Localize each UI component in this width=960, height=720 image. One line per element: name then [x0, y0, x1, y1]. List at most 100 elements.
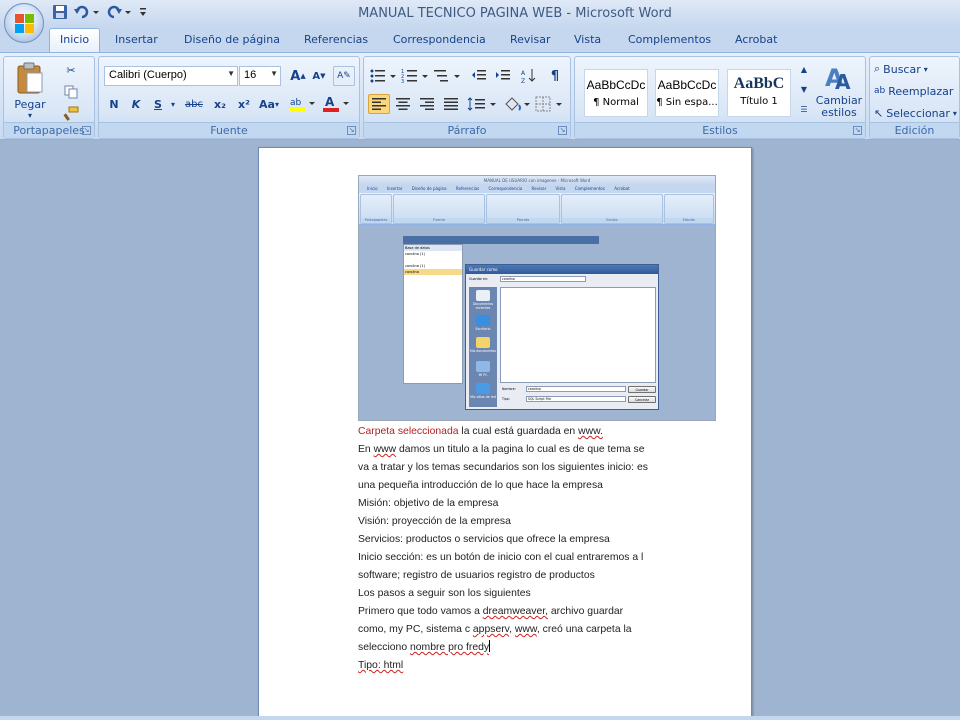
font-name-combo[interactable]: Calibri (Cuerpo) ▼ [104, 66, 238, 86]
strikethrough-button[interactable]: abc [181, 94, 207, 114]
editing-group: ⌕ Buscar ▾ ab Reemplazar ↖ Seleccionar ▾ Edic… [869, 56, 960, 139]
select-button[interactable]: ↖ Seleccionar ▾ [874, 103, 958, 123]
mini-tab: Inicio [367, 186, 378, 191]
styles-more-icon[interactable]: ☰ [797, 99, 811, 119]
tab-inicio[interactable]: Inicio [49, 28, 101, 53]
numbering-icon[interactable]: 123 [400, 66, 430, 86]
tab-vista[interactable]: Vista [574, 33, 601, 46]
mini-ribbon: Portapapeles Fuente Párrafo Estilos Edic… [359, 193, 715, 225]
tab-diseno-pagina[interactable]: Diseño de página [184, 33, 280, 46]
cut-icon[interactable]: ✂ [60, 60, 82, 80]
clear-format-icon[interactable]: A✎ [333, 66, 355, 86]
mini-group: Párrafo [486, 194, 560, 224]
shrink-font-label: A [312, 70, 321, 82]
mini-tab: Complementos [574, 186, 605, 191]
window-title: MANUAL TECNICO PAGINA WEB - Microsoft Wo… [358, 6, 672, 21]
mini-tab: Insertar [386, 186, 403, 191]
paste-button[interactable]: Pegar ▾ [10, 61, 50, 121]
file-type-field: SQL Script File [526, 396, 626, 402]
chevron-down-icon: ▾ [923, 64, 928, 74]
style-sin-espaciado-name: ¶ Sin espa... [656, 97, 718, 108]
font-launcher-icon[interactable]: ↘ [347, 126, 356, 135]
place-label: Mis documentos [469, 349, 496, 353]
mini-toolbar [403, 236, 599, 244]
change-case-button[interactable]: Aa ▾ [257, 94, 281, 114]
save-as-dialog-title: Guardar como [466, 265, 658, 274]
show-marks-icon[interactable]: ¶ [544, 66, 566, 86]
align-right-icon[interactable] [416, 94, 438, 114]
find-label: Buscar [883, 62, 921, 76]
chevron-down-icon: ▼ [270, 69, 278, 78]
misspelled-word: appserv [472, 624, 510, 635]
style-sin-espaciado[interactable]: AaBbCcDc ¶ Sin espa... [655, 69, 719, 117]
tab-complementos[interactable]: Complementos [628, 33, 711, 46]
places-bar: Documentos recientes Escritorio Mis docu… [469, 287, 497, 407]
doc-line: En www damos un titulo a la pagina lo cu… [358, 441, 698, 459]
paragraph-launcher-icon[interactable]: ↘ [558, 126, 567, 135]
style-normal[interactable]: AaBbCcDc ¶ Normal [584, 69, 648, 117]
doc-text-run: selecciono [358, 642, 410, 653]
document-page[interactable]: MANUAL DE USUARIO con imagenes - Microso… [258, 147, 752, 720]
underline-dropdown-icon[interactable]: ▾ [168, 94, 178, 114]
styles-scroll-down-icon[interactable]: ▼ [797, 79, 811, 99]
cancel-dialog-button: Cancelar [628, 396, 656, 403]
paragraph-group-label: Párrafo [364, 122, 570, 138]
style-titulo-1[interactable]: AaBbC Título 1 [727, 69, 791, 117]
chevron-down-icon: ▾ [952, 108, 957, 118]
save-as-dialog: Guardar como Guardar en: carolina Docume… [465, 264, 659, 410]
paragraph-group: 123 AZ ¶ Párrafo ↘ [363, 56, 571, 139]
increase-indent-icon[interactable] [492, 66, 514, 86]
font-name-value: Calibri (Cuerpo) [109, 69, 187, 81]
italic-button[interactable]: K [126, 94, 146, 114]
tab-revisar[interactable]: Revisar [510, 33, 550, 46]
place-label: Escritorio [475, 327, 491, 331]
line-spacing-icon[interactable] [466, 94, 498, 114]
status-bar [0, 716, 960, 720]
mini-group: Estilos [561, 194, 663, 224]
mini-group: Portapapeles [360, 194, 392, 224]
mini-panel-item: carolina [404, 269, 462, 275]
office-button[interactable] [4, 3, 44, 43]
align-center-icon[interactable] [392, 94, 414, 114]
justify-icon[interactable] [440, 94, 462, 114]
doc-line: Primero que todo vamos a dreamweaver, ar… [358, 603, 698, 621]
underline-button[interactable]: S [148, 94, 168, 114]
highlight-icon[interactable]: ab [287, 94, 317, 114]
mini-group: Edición [664, 194, 714, 224]
copy-icon[interactable] [60, 82, 82, 102]
tab-insertar[interactable]: Insertar [115, 33, 158, 46]
decrease-indent-icon[interactable] [468, 66, 490, 86]
superscript-button[interactable]: x² [233, 94, 255, 114]
find-button[interactable]: ⌕ Buscar ▾ [874, 59, 958, 79]
tab-correspondencia[interactable]: Correspondencia [393, 33, 486, 46]
shading-icon[interactable] [502, 94, 532, 114]
format-painter-icon[interactable] [60, 104, 82, 124]
borders-icon[interactable] [534, 94, 564, 114]
change-styles-button[interactable]: AA Cambiar estilos [813, 60, 865, 122]
doc-text-run: damos un titulo a la pagina lo cual es d… [396, 444, 645, 455]
styles-launcher-icon[interactable]: ↘ [853, 126, 862, 135]
change-styles-label: Cambiar estilos [815, 94, 863, 119]
my-documents-icon [476, 337, 490, 348]
subscript-button[interactable]: x₂ [209, 94, 231, 114]
tab-acrobat[interactable]: Acrobat [735, 33, 777, 46]
bold-button[interactable]: N [104, 94, 124, 114]
grow-font-button[interactable]: A ▲ [287, 66, 309, 86]
embedded-screenshot-image[interactable]: MANUAL DE USUARIO con imagenes - Microso… [358, 175, 716, 421]
multilevel-list-icon[interactable] [432, 66, 462, 86]
mini-group-label: Edición [665, 218, 713, 223]
svg-text:Z: Z [521, 78, 525, 84]
bullets-icon[interactable] [368, 66, 398, 86]
font-group-label: Fuente [99, 122, 359, 138]
shrink-font-button[interactable]: A ▼ [309, 66, 329, 86]
clipboard-launcher-icon[interactable]: ↘ [82, 126, 91, 135]
tab-referencias[interactable]: Referencias [304, 33, 368, 46]
font-color-icon[interactable]: A [321, 94, 351, 114]
align-left-icon[interactable] [368, 94, 390, 114]
document-body[interactable]: Carpeta seleccionada la cual está guarda… [358, 423, 698, 675]
font-size-combo[interactable]: 16 ▼ [239, 66, 281, 86]
document-area[interactable]: MANUAL DE USUARIO con imagenes - Microso… [0, 141, 960, 720]
replace-button[interactable]: ab Reemplazar [874, 81, 958, 101]
styles-scroll-up-icon[interactable]: ▲ [797, 59, 811, 79]
sort-icon[interactable]: AZ [518, 66, 540, 86]
